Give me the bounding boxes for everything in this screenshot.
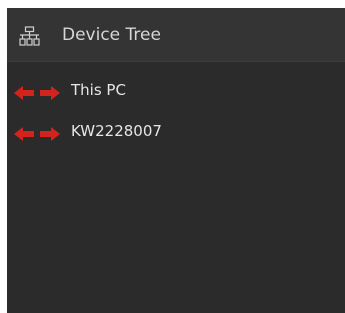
- connection-arrows-icon: [14, 86, 60, 100]
- panel-header: Device Tree: [7, 8, 345, 62]
- tree-item-label: KW2228007: [71, 122, 162, 140]
- tree-item-this-pc[interactable]: This PC: [7, 79, 345, 105]
- device-tree-panel: Device Tree This PC KW2228007: [7, 8, 345, 313]
- panel-title: Device Tree: [62, 25, 161, 45]
- tree-item-kw2228007[interactable]: KW2228007: [7, 120, 345, 146]
- tree-item-label: This PC: [71, 81, 126, 99]
- connection-arrows-icon: [14, 127, 60, 141]
- device-tree-icon: [19, 26, 40, 46]
